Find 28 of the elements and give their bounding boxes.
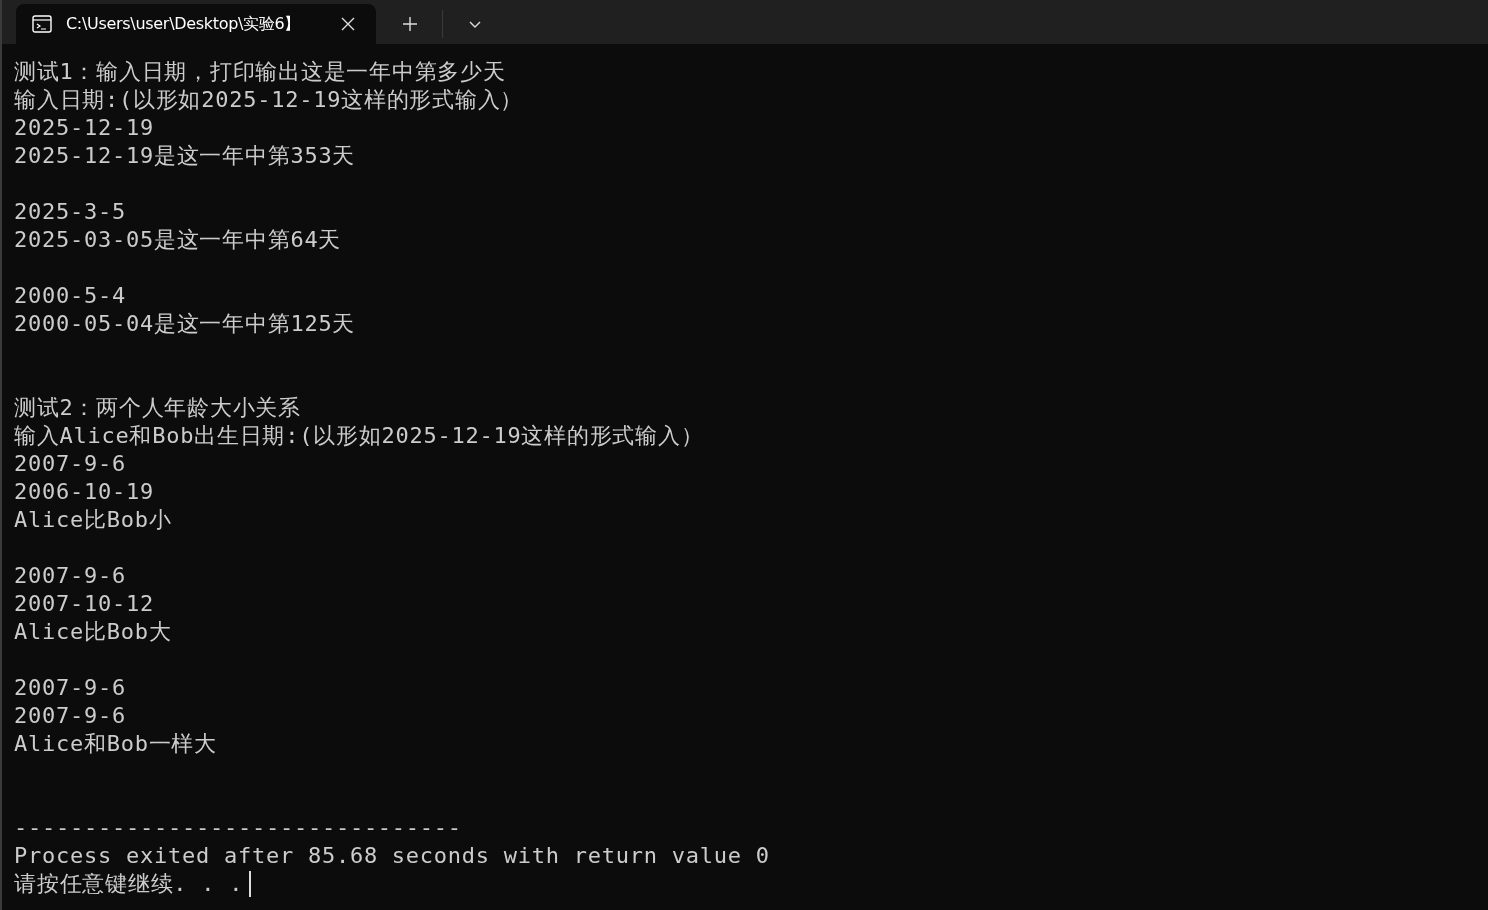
- console-line: Alice比Bob小: [14, 506, 172, 534]
- console-line: 2025-12-19是这一年中第353天: [14, 142, 356, 170]
- console-line: 2007-9-6: [14, 562, 126, 590]
- console-line: Alice比Bob大: [14, 618, 172, 646]
- console-line: 2025-12-19: [14, 114, 154, 142]
- terminal-icon: [32, 15, 52, 33]
- console-line: 输入日期:(以形如2025-12-19这样的形式输入）: [14, 86, 524, 114]
- console-line: Alice和Bob一样大: [14, 730, 217, 758]
- close-icon: [341, 17, 355, 31]
- terminal-tab[interactable]: C:\Users\user\Desktop\实验6】: [16, 4, 376, 44]
- console-line: 2007-9-6: [14, 702, 126, 730]
- console-line: 2007-10-12: [14, 590, 154, 618]
- console-line: 输入Alice和Bob出生日期:(以形如2025-12-19这样的形式输入）: [14, 422, 704, 450]
- console-line: 2007-9-6: [14, 674, 126, 702]
- console-line: 2025-03-05是这一年中第64天: [14, 226, 342, 254]
- chevron-down-icon: [468, 19, 482, 29]
- console-line: Process exited after 85.68 seconds with return value 0: [14, 842, 770, 870]
- console-line: 2000-05-04是这一年中第125天: [14, 310, 356, 338]
- console-line: 测试1：输入日期，打印输出这是一年中第多少天: [14, 58, 506, 86]
- console-line: 测试2：两个人年龄大小关系: [14, 394, 301, 422]
- plus-icon: [402, 16, 418, 32]
- console-line: 2006-10-19: [14, 478, 154, 506]
- console-line: --------------------------------: [14, 814, 462, 842]
- console-line: 2007-9-6: [14, 450, 126, 478]
- console-line: 2000-5-4: [14, 282, 126, 310]
- console-line: 请按任意键继续. . .: [14, 870, 244, 898]
- console-line: 2025-3-5: [14, 198, 126, 226]
- tab-title: C:\Users\user\Desktop\实验6】: [66, 13, 302, 35]
